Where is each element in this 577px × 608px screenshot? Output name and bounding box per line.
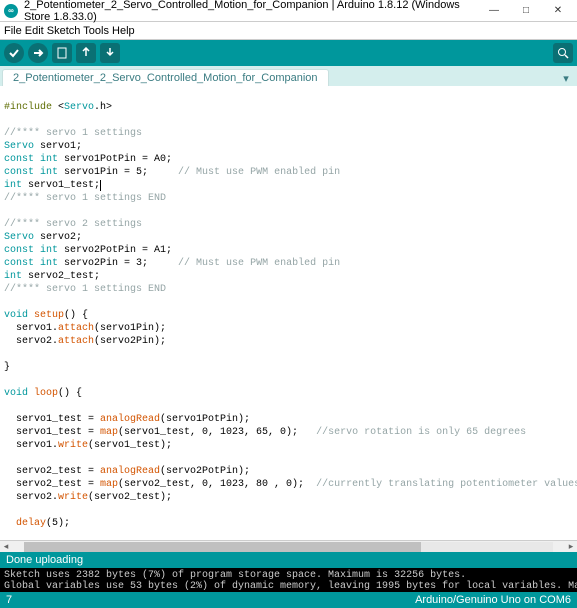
- close-button[interactable]: ✕: [543, 1, 573, 21]
- minimize-button[interactable]: —: [479, 1, 509, 21]
- board-port: Arduino/Genuino Uno on COM6: [415, 594, 571, 606]
- console-output[interactable]: Sketch uses 2382 bytes (7%) of program s…: [0, 568, 577, 592]
- code-editor[interactable]: #include <Servo.h> //**** servo 1 settin…: [0, 86, 577, 540]
- toolbar: [0, 40, 577, 66]
- new-button[interactable]: [52, 43, 72, 63]
- upload-button[interactable]: [28, 43, 48, 63]
- tab-menu-button[interactable]: ▾: [557, 70, 575, 86]
- status-bar: Done uploading: [0, 552, 577, 568]
- horizontal-scrollbar[interactable]: ◂ ▸: [0, 540, 577, 552]
- maximize-button[interactable]: □: [511, 1, 541, 21]
- status-message: Done uploading: [6, 554, 83, 566]
- line-number: 7: [6, 594, 12, 606]
- open-button[interactable]: [76, 43, 96, 63]
- arduino-icon: ∞: [4, 4, 18, 18]
- save-button[interactable]: [100, 43, 120, 63]
- tab-sketch[interactable]: 2_Potentiometer_2_Servo_Controlled_Motio…: [2, 69, 329, 86]
- verify-button[interactable]: [4, 43, 24, 63]
- serial-monitor-button[interactable]: [553, 43, 573, 63]
- footer-bar: 7 Arduino/Genuino Uno on COM6: [0, 592, 577, 608]
- menu-items[interactable]: File Edit Sketch Tools Help: [4, 25, 135, 37]
- scroll-right-icon[interactable]: ▸: [565, 541, 577, 552]
- scrollbar-thumb[interactable]: [24, 542, 421, 552]
- titlebar: ∞ 2_Potentiometer_2_Servo_Controlled_Mot…: [0, 0, 577, 22]
- menubar[interactable]: File Edit Sketch Tools Help: [0, 22, 577, 40]
- window-title: 2_Potentiometer_2_Servo_Controlled_Motio…: [24, 0, 479, 23]
- tabbar: 2_Potentiometer_2_Servo_Controlled_Motio…: [0, 66, 577, 86]
- scroll-left-icon[interactable]: ◂: [0, 541, 12, 552]
